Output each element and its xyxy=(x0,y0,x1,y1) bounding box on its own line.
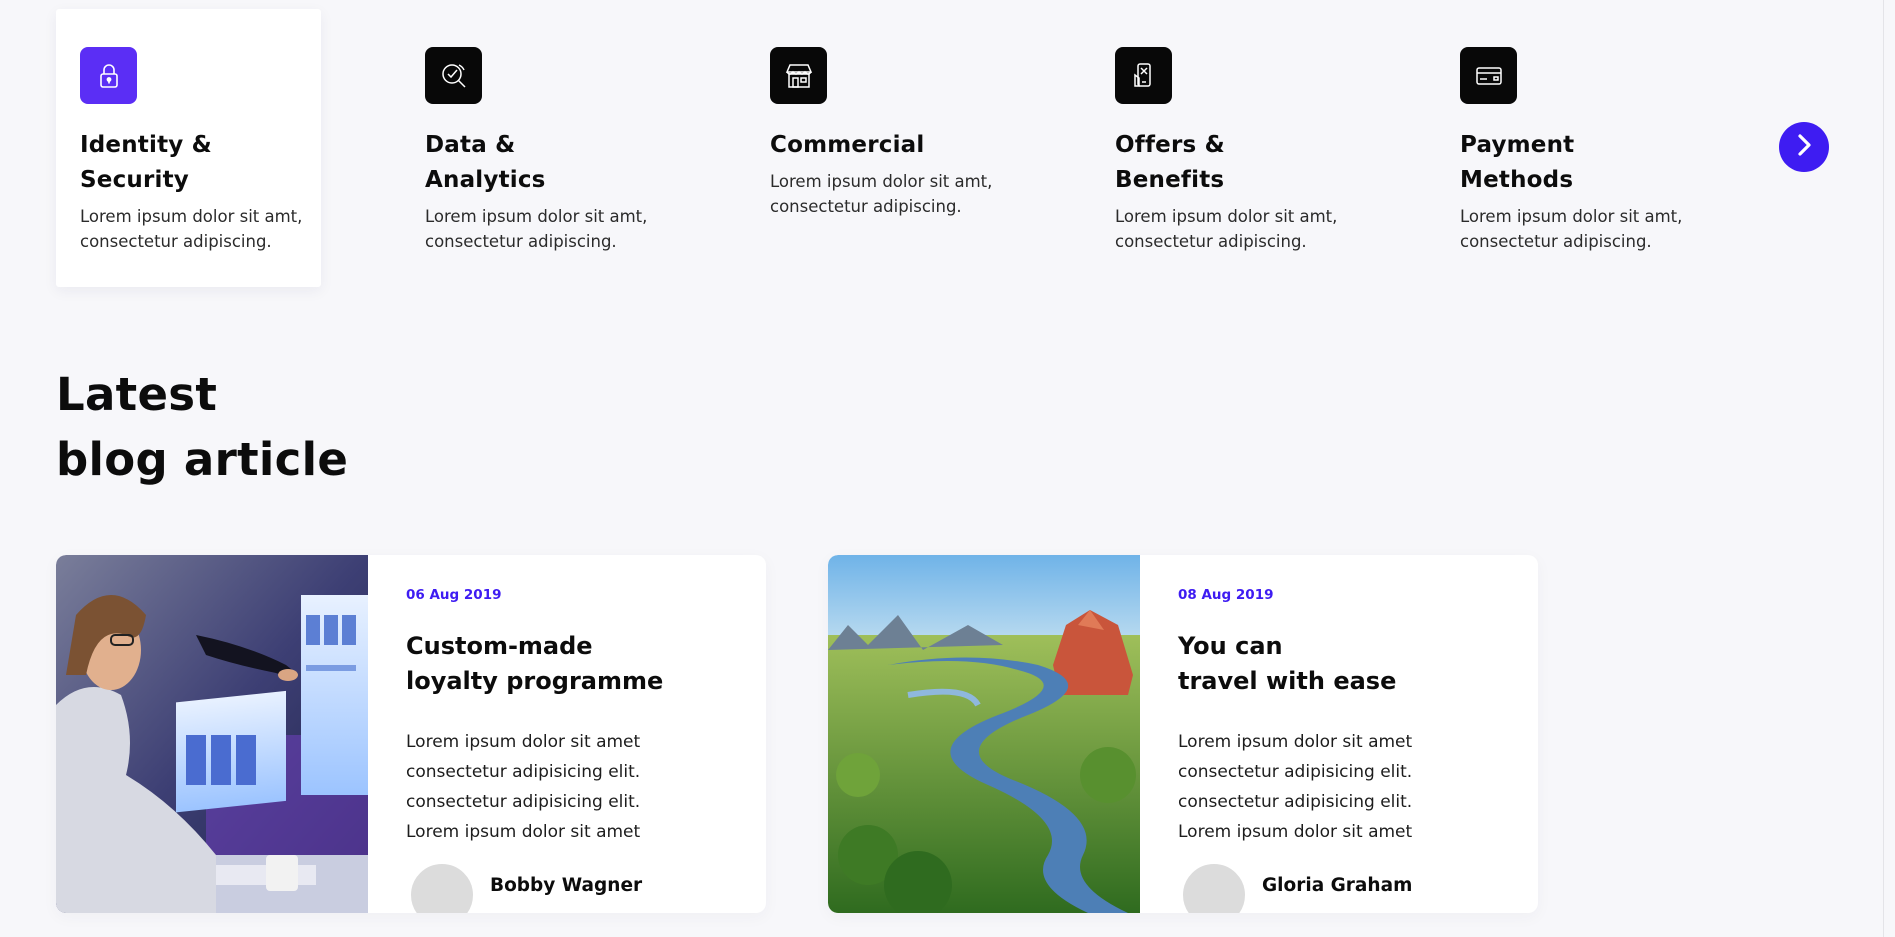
feature-card-commercial[interactable]: Commercial Lorem ipsum dolor sit amt, co… xyxy=(746,9,1011,287)
avatar xyxy=(1180,861,1248,913)
blog-author: Bobby Wagner xyxy=(408,861,642,913)
feature-card-identity-security[interactable]: Identity & Security Lorem ipsum dolor si… xyxy=(56,9,321,287)
author-name: Gloria Graham xyxy=(1262,874,1413,896)
feature-title: Commercial xyxy=(770,132,925,158)
blog-card-body: 06 Aug 2019 Custom-made loyalty programm… xyxy=(406,555,746,913)
author-name: Bobby Wagner xyxy=(490,874,643,896)
blog-excerpt: Lorem ipsum dolor sit amet consectetur a… xyxy=(1178,732,1413,842)
page-scrollbar[interactable] xyxy=(1883,0,1895,937)
heading-line: Latest xyxy=(56,368,218,421)
blog-title[interactable]: Custom-made loyalty programme xyxy=(406,629,746,699)
feature-carousel: Identity & Security Lorem ipsum dolor si… xyxy=(56,9,1836,287)
blog-date: 08 Aug 2019 xyxy=(1178,587,1274,603)
avatar xyxy=(408,861,476,913)
feature-description: Lorem ipsum dolor sit amt, consectetur a… xyxy=(1460,207,1683,251)
credit-card-icon xyxy=(1460,47,1517,104)
feature-card-data-analytics[interactable]: Data & Analytics Lorem ipsum dolor sit a… xyxy=(401,9,666,287)
feature-title: Payment Methods xyxy=(1460,132,1575,193)
chevron-right-icon xyxy=(1791,132,1817,162)
woman-at-computer-photo[interactable] xyxy=(56,555,368,913)
carousel-next-button[interactable] xyxy=(1779,122,1829,172)
blog-card[interactable]: 08 Aug 2019 You can travel with ease Lor… xyxy=(828,555,1538,913)
heading-line: blog article xyxy=(56,433,349,486)
lock-icon xyxy=(80,47,137,104)
feature-description: Lorem ipsum dolor sit amt, consectetur a… xyxy=(770,172,993,216)
river-landscape-photo[interactable] xyxy=(828,555,1140,913)
feature-description: Lorem ipsum dolor sit amt, consectetur a… xyxy=(1115,207,1338,251)
feature-title: Identity & Security xyxy=(80,132,212,193)
blog-author: Gloria Graham xyxy=(1180,861,1412,913)
blog-excerpt: Lorem ipsum dolor sit amet consectetur a… xyxy=(406,732,641,842)
feature-title: Data & Analytics xyxy=(425,132,546,193)
analytics-search-icon xyxy=(425,47,482,104)
blog-title[interactable]: You can travel with ease xyxy=(1178,629,1518,699)
feature-card-payment-methods[interactable]: Payment Methods Lorem ipsum dolor sit am… xyxy=(1436,9,1701,287)
store-icon xyxy=(770,47,827,104)
feature-title: Offers & Benefits xyxy=(1115,132,1225,193)
blog-card-body: 08 Aug 2019 You can travel with ease Lor… xyxy=(1178,555,1518,913)
blog-card[interactable]: 06 Aug 2019 Custom-made loyalty programm… xyxy=(56,555,766,913)
feature-description: Lorem ipsum dolor sit amt, consectetur a… xyxy=(425,207,648,251)
blog-section-heading: Latest blog article xyxy=(56,362,348,492)
blog-date: 06 Aug 2019 xyxy=(406,587,502,603)
mobile-offer-icon xyxy=(1115,47,1172,104)
feature-card-offers-benefits[interactable]: Offers & Benefits Lorem ipsum dolor sit … xyxy=(1091,9,1356,287)
feature-description: Lorem ipsum dolor sit amt, consectetur a… xyxy=(80,207,303,251)
